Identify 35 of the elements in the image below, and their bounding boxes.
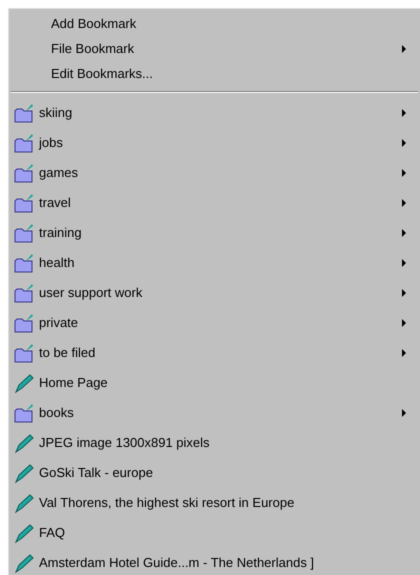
submenu-item[interactable]: travel (9, 188, 420, 218)
bookmark-icon (13, 372, 35, 394)
menu-item[interactable]: Add Bookmark (9, 11, 420, 36)
folder-icon (13, 312, 35, 334)
submenu-item[interactable]: skiing (9, 98, 420, 128)
folder-icon (13, 132, 35, 154)
folder-icon (13, 252, 35, 274)
bookmark-icon (13, 492, 35, 514)
folder-icon (13, 222, 35, 244)
menu-item[interactable]: JPEG image 1300x891 pixels (9, 428, 420, 458)
bookmark-icon (13, 462, 35, 484)
submenu-item[interactable]: books (9, 398, 420, 428)
folder-icon (13, 402, 35, 424)
folder-icon (13, 192, 35, 214)
folder-icon (13, 102, 35, 124)
submenu-item[interactable]: games (9, 158, 420, 188)
submenu-item[interactable]: to be filed (9, 338, 420, 368)
bookmark-icon (13, 432, 35, 454)
submenu-item[interactable]: user support work (9, 278, 420, 308)
bookmark-icon (13, 552, 35, 574)
submenu-item[interactable]: jobs (9, 128, 420, 158)
folder-icon (13, 162, 35, 184)
submenu-item[interactable]: File Bookmark (9, 36, 420, 61)
bookmark-icon (13, 522, 35, 544)
menu-item[interactable]: FAQ (9, 518, 420, 548)
folder-icon (13, 282, 35, 304)
menu-item[interactable]: Val Thorens, the highest ski resort in Europe (9, 488, 420, 518)
submenu-item[interactable]: training (9, 218, 420, 248)
menu-item[interactable]: Home Page (9, 368, 420, 398)
menu-item[interactable]: Amsterdam Hotel Guide...m - The Netherlands ] (9, 548, 420, 575)
folder-icon (13, 342, 35, 364)
menu-item[interactable]: Edit Bookmarks... (9, 61, 420, 86)
menu-item[interactable]: GoSki Talk - europe (9, 458, 420, 488)
submenu-item[interactable]: health (9, 248, 420, 278)
submenu-item[interactable]: private (9, 308, 420, 338)
